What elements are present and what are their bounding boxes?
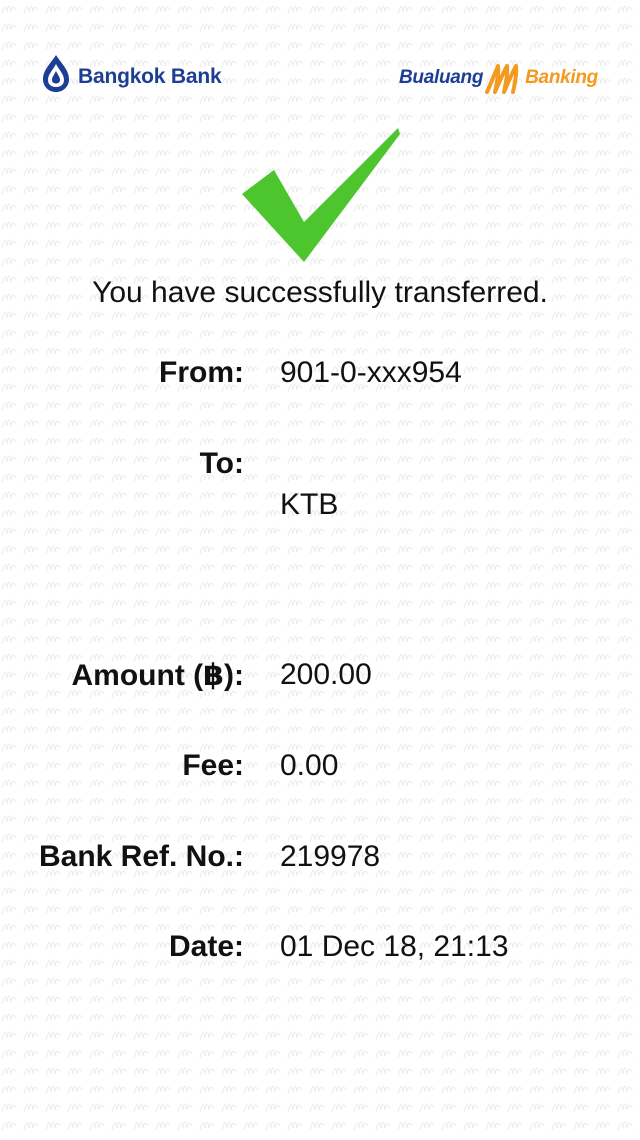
mbanking-m-icon bbox=[485, 64, 519, 94]
bank-ref-row: Bank Ref. No.: 219978 bbox=[0, 840, 640, 880]
to-value-row: KTB bbox=[0, 488, 640, 528]
bangkok-bank-logo: Bangkok Bank bbox=[40, 52, 222, 96]
fee-value: 0.00 bbox=[280, 749, 339, 782]
amount-label: Amount (฿): bbox=[71, 659, 245, 692]
bualuang-mbanking-logo: Bualuang Banking bbox=[399, 60, 598, 96]
check-icon bbox=[242, 128, 400, 262]
banking-logo-text: Banking bbox=[525, 67, 598, 88]
from-row: From: 901-0-xxx954 bbox=[0, 356, 640, 396]
bangkok-bank-logo-text: Bangkok Bank bbox=[78, 65, 222, 88]
bualuang-logo-text: Bualuang bbox=[398, 67, 484, 88]
date-row: Date: 01 Dec 18, 21:13 bbox=[0, 930, 640, 970]
fee-row: Fee: 0.00 bbox=[0, 749, 640, 789]
date-label: Date: bbox=[168, 930, 244, 963]
amount-row: Amount (฿): 200.00 bbox=[0, 658, 640, 698]
from-label: From: bbox=[159, 356, 244, 389]
fee-label: Fee: bbox=[182, 749, 244, 782]
to-bank-value: KTB bbox=[280, 488, 339, 521]
transfer-receipt: Bangkok Bank Bualuang Banking You have s… bbox=[0, 0, 640, 1140]
date-value: 01 Dec 18, 21:13 bbox=[280, 930, 509, 963]
from-account-value: 901-0-xxx954 bbox=[280, 356, 462, 389]
to-label: To: bbox=[199, 447, 244, 480]
to-row: To: bbox=[0, 447, 640, 487]
amount-value: 200.00 bbox=[280, 658, 372, 691]
bangkok-bank-emblem-icon bbox=[43, 55, 69, 92]
bank-ref-value: 219978 bbox=[280, 840, 381, 873]
bank-ref-label: Bank Ref. No.: bbox=[38, 840, 244, 873]
success-message: You have successfully transferred. bbox=[92, 276, 548, 309]
